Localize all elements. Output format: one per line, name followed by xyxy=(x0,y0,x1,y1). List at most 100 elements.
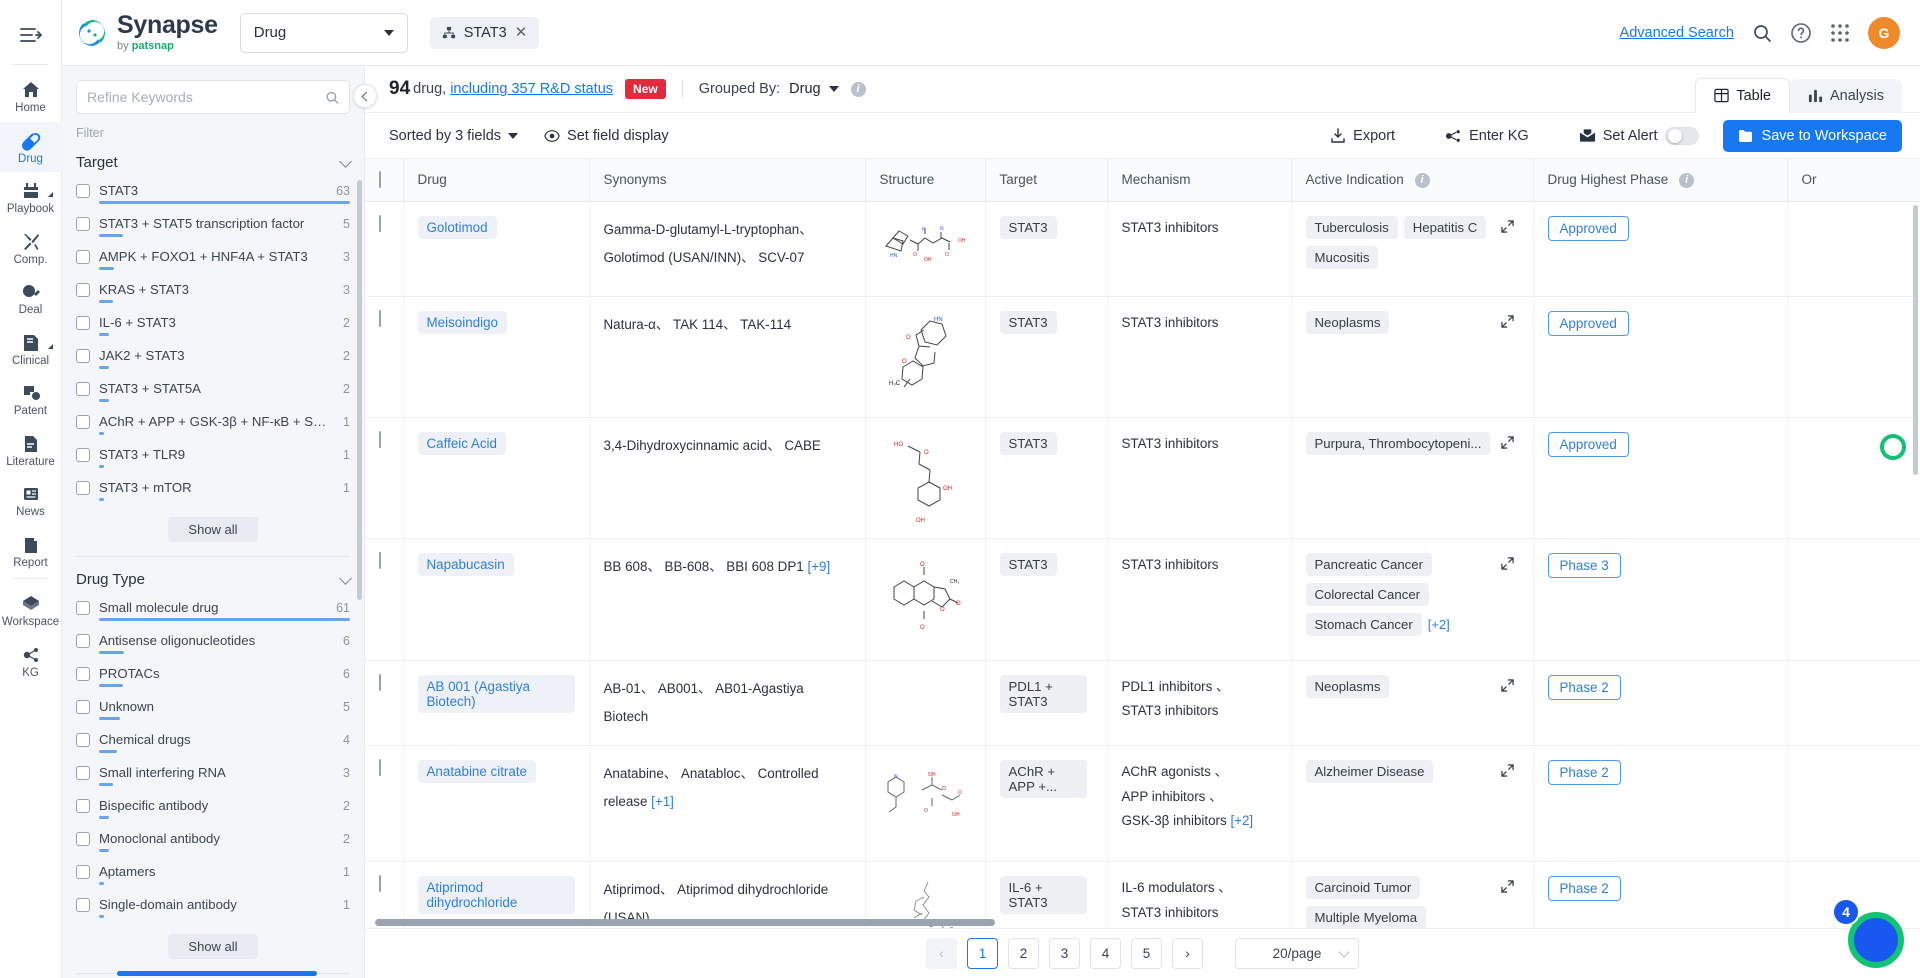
drug-name-link[interactable]: Golotimod xyxy=(417,215,497,239)
expand-icon[interactable] xyxy=(1500,553,1519,643)
sidebar-item-kg[interactable]: KG xyxy=(0,636,62,687)
filter-item[interactable]: STAT3 + mTOR 1 xyxy=(76,476,350,509)
filter-item[interactable]: Small interfering RNA 3 xyxy=(76,761,350,794)
checkbox[interactable] xyxy=(76,183,90,198)
target-tag[interactable]: IL-6 + STAT3 xyxy=(999,875,1087,914)
refine-keywords-box[interactable] xyxy=(76,80,350,114)
molecule-structure-image[interactable]: O O O O CH₃ xyxy=(880,553,972,645)
filter-item[interactable]: JAK2 + STAT3 2 xyxy=(76,344,350,377)
page-button-2[interactable]: 2 xyxy=(1008,938,1039,969)
search-icon[interactable] xyxy=(1752,23,1772,43)
collapse-filters-button[interactable] xyxy=(353,84,377,108)
indication-tag[interactable]: Neoplasms xyxy=(1305,674,1390,698)
column-header-organization[interactable]: Or xyxy=(1787,159,1920,202)
filter-item[interactable]: STAT3 + STAT5 transcription factor 5 xyxy=(76,212,350,245)
expand-icon[interactable] xyxy=(1500,760,1519,790)
table-horizontal-scrollbar[interactable] xyxy=(375,919,995,926)
table-row[interactable]: Atiprimod dihydrochloride Atiprimod、 Ati… xyxy=(365,861,1920,928)
checkbox[interactable] xyxy=(76,216,90,231)
set-alert-toggle[interactable] xyxy=(1664,126,1699,145)
molecule-structure-image[interactable]: HO O OH OH xyxy=(880,432,972,524)
checkbox[interactable] xyxy=(76,666,90,681)
page-button-4[interactable]: 4 xyxy=(1090,938,1121,969)
checkbox[interactable] xyxy=(76,348,90,363)
filter-item[interactable]: Monoclonal antibody 2 xyxy=(76,827,350,860)
sidebar-item-drug[interactable]: Drug xyxy=(0,121,62,172)
row-checkbox[interactable] xyxy=(379,214,381,232)
expand-icon[interactable] xyxy=(1500,311,1519,341)
filter-horizontal-scrollbar[interactable] xyxy=(117,971,317,976)
filter-group-target[interactable]: Target xyxy=(76,148,352,179)
sidebar-item-news[interactable]: News xyxy=(0,475,62,526)
page-size-select[interactable]: 20/page xyxy=(1235,938,1359,969)
molecule-structure-image[interactable]: HN O O H₃C xyxy=(880,311,972,403)
refine-keywords-input[interactable] xyxy=(87,89,325,105)
indication-more[interactable]: [+2] xyxy=(1428,617,1450,632)
filter-item[interactable]: Bispecific antibody 2 xyxy=(76,794,350,827)
checkbox[interactable] xyxy=(76,600,90,615)
filter-item[interactable]: AChR + APP + GSK-3β + NF-κB + STAT3 1 xyxy=(76,410,350,443)
next-page-button[interactable]: › xyxy=(1172,938,1203,969)
filter-item[interactable]: KRAS + STAT3 3 xyxy=(76,278,350,311)
target-tag[interactable]: STAT3 xyxy=(999,552,1057,576)
page-button-5[interactable]: 5 xyxy=(1131,938,1162,969)
sidebar-item-literature[interactable]: Literature xyxy=(0,425,62,476)
filter-item[interactable]: STAT3 63 xyxy=(76,179,350,212)
column-header-target[interactable]: Target xyxy=(985,159,1108,202)
column-header-drug[interactable]: Drug xyxy=(403,159,590,202)
drug-name-link[interactable]: Anatabine citrate xyxy=(417,759,536,783)
row-checkbox[interactable] xyxy=(379,673,381,691)
row-checkbox[interactable] xyxy=(379,551,381,569)
table-row[interactable]: Caffeic Acid 3,4-Dihydroxycinnamic acid、… xyxy=(365,417,1920,539)
filter-item[interactable]: Aptamers 1 xyxy=(76,860,350,893)
column-header-mechanism[interactable]: Mechanism xyxy=(1107,159,1292,202)
indication-tag[interactable]: Hepatitis C xyxy=(1403,215,1487,239)
table-row[interactable]: Golotimod Gamma-D-glutamyl-L-tryptophan、… xyxy=(365,201,1920,297)
mechanism-more[interactable]: [+2] xyxy=(1230,813,1253,828)
rd-status-link[interactable]: including 357 R&D status xyxy=(450,81,613,97)
molecule-structure-image[interactable]: HN N N O O OH OH xyxy=(880,216,972,274)
phase-chip[interactable]: Phase 2 xyxy=(1547,674,1621,700)
indication-tag[interactable]: Alzheimer Disease xyxy=(1305,759,1434,783)
synonym-more[interactable]: [+9] xyxy=(807,559,830,574)
indication-tag[interactable]: Multiple Myeloma xyxy=(1305,905,1427,928)
checkbox[interactable] xyxy=(76,480,90,495)
table-row[interactable]: Anatabine citrate Anatabine、 Anatabloc、 … xyxy=(365,745,1920,862)
target-tag[interactable]: STAT3 xyxy=(999,310,1057,334)
indication-tag[interactable]: Colorectal Cancer xyxy=(1305,582,1430,606)
drug-name-link[interactable]: Caffeic Acid xyxy=(417,431,506,455)
checkbox[interactable] xyxy=(76,282,90,297)
sidebar-item-report[interactable]: Report xyxy=(0,526,62,577)
indication-tag[interactable]: Pancreatic Cancer xyxy=(1305,552,1432,576)
drug-name-link[interactable]: Meisoindigo xyxy=(417,310,507,334)
checkbox[interactable] xyxy=(76,765,90,780)
filter-item[interactable]: Small molecule drug 61 xyxy=(76,596,350,629)
phase-chip[interactable]: Approved xyxy=(1547,215,1629,241)
checkbox[interactable] xyxy=(76,249,90,264)
row-checkbox[interactable] xyxy=(379,430,381,448)
checkbox[interactable] xyxy=(76,798,90,813)
enter-kg-button[interactable]: Enter KG xyxy=(1445,128,1529,144)
filter-item[interactable]: Single-domain antibody 1 xyxy=(76,893,350,926)
entity-type-select[interactable]: Drug xyxy=(239,12,408,53)
set-alert-button[interactable]: Set Alert xyxy=(1579,126,1699,145)
checkbox[interactable] xyxy=(76,315,90,330)
sidebar-item-patent[interactable]: Patent xyxy=(0,374,62,425)
prev-page-button[interactable]: ‹ xyxy=(926,938,957,969)
save-to-workspace-button[interactable]: Save to Workspace xyxy=(1722,119,1902,152)
app-logo[interactable]: Synapse by patsnap xyxy=(76,13,218,52)
target-tag[interactable]: PDL1 + STAT3 xyxy=(999,674,1087,713)
phase-chip[interactable]: Phase 3 xyxy=(1547,552,1621,578)
select-all-checkbox[interactable] xyxy=(379,171,381,189)
phase-chip[interactable]: Approved xyxy=(1547,431,1629,457)
indication-tag[interactable]: Stomach Cancer xyxy=(1305,612,1422,636)
info-icon[interactable]: i xyxy=(1679,172,1695,188)
indication-tag[interactable]: Tuberculosis xyxy=(1305,215,1398,239)
chevron-down-icon[interactable] xyxy=(828,86,839,92)
target-tag[interactable]: AChR + APP +... xyxy=(999,759,1087,798)
phase-chip[interactable]: Approved xyxy=(1547,310,1629,336)
sorted-by-button[interactable]: Sorted by 3 fields xyxy=(389,128,519,144)
target-tag[interactable]: STAT3 xyxy=(999,215,1057,239)
filter-scrollbar[interactable] xyxy=(357,180,362,600)
checkbox[interactable] xyxy=(76,414,90,429)
